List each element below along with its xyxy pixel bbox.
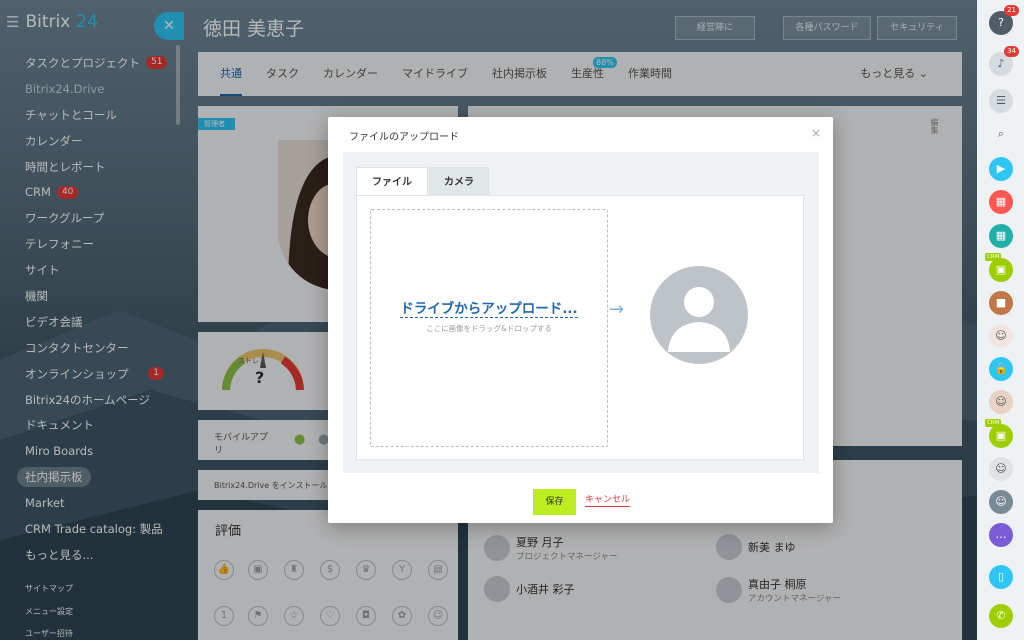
dialog-body: ファイル カメラ ドライブからアップロード... ここに画像をドラッグ&ドロップ… [343, 152, 819, 473]
video-call-icon[interactable]: ▶ [989, 157, 1013, 181]
crm-icon[interactable]: ▣ CRM [985, 419, 1013, 448]
upload-dialog: ファイルのアップロード × ファイル カメラ ドライブからアップロード... こ… [328, 117, 833, 523]
tab-file[interactable]: ファイル [356, 167, 428, 196]
video-icon[interactable]: ■ [989, 291, 1013, 315]
crm-badge: CRM [985, 419, 1002, 427]
lock-icon[interactable]: 🔒 [989, 357, 1013, 381]
notify-count: 34 [1004, 46, 1019, 57]
bell-icon[interactable]: ♪ 34 [989, 46, 1019, 76]
dialog-title: ファイルのアップロード [349, 132, 459, 143]
user-silhouette-icon [668, 287, 730, 352]
user-avatar-icon[interactable]: ☺ [989, 457, 1013, 481]
arrow-right-icon: → [609, 299, 625, 320]
user-avatar-icon[interactable]: ☺ [989, 324, 1013, 348]
tab-camera[interactable]: カメラ [429, 167, 489, 196]
search-icon[interactable]: ⌕ [989, 122, 1013, 146]
upload-panel: ドライブからアップロード... ここに画像をドラッグ&ドロップする → [356, 195, 804, 460]
chat-icon[interactable]: ☰ [989, 89, 1013, 113]
avatar-preview [650, 266, 748, 364]
right-rail: ? 21 ♪ 34 ☰ ⌕ ▶ ▦ ▦ ▣ CRM ■ ☺ 🔒 ☺ ▣ CRM ☺ ☺ … [977, 0, 1024, 640]
close-icon[interactable]: × [811, 126, 821, 140]
calendar-green-icon[interactable]: ▦ [989, 224, 1013, 248]
user-avatar-icon[interactable]: ☺ [989, 390, 1013, 414]
phone-icon[interactable]: ✆ [989, 604, 1013, 628]
cancel-button[interactable]: キャンセル [585, 495, 631, 507]
upload-link-label: ドライブからアップロード... [400, 301, 578, 318]
crm-icon[interactable]: ▣ CRM [985, 253, 1013, 282]
drop-hint: ここに画像をドラッグ&ドロップする [426, 324, 552, 333]
user-avatar-icon[interactable]: ☺ [989, 490, 1013, 514]
help-icon[interactable]: ? 21 [989, 5, 1019, 35]
device-icon[interactable]: ▯ [989, 565, 1013, 589]
crm-badge: CRM [985, 253, 1002, 261]
drop-zone[interactable]: ドライブからアップロード... ここに画像をドラッグ&ドロップする [370, 209, 608, 447]
chat-bubble-icon[interactable]: … [989, 523, 1013, 547]
save-button[interactable]: 保存 [533, 489, 576, 515]
calendar-red-icon[interactable]: ▦ [989, 190, 1013, 214]
upload-from-drive-link[interactable]: ドライブからアップロード... [371, 297, 607, 318]
help-count: 21 [1004, 5, 1019, 16]
